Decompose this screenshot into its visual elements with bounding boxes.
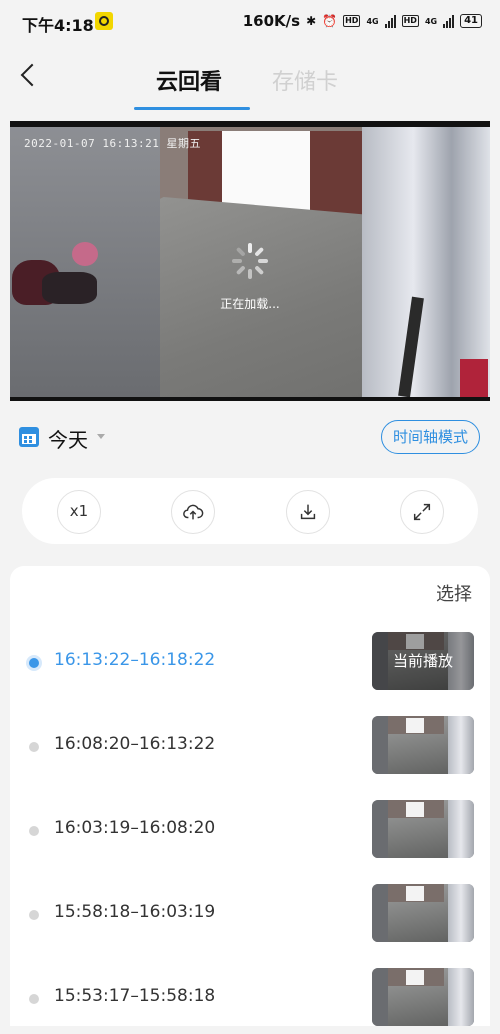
tab-sd-card[interactable]: 存储卡 bbox=[272, 64, 338, 96]
date-bar: 今天 时间轴模式 bbox=[0, 410, 500, 466]
calendar-icon[interactable] bbox=[19, 427, 39, 447]
loading-spinner-icon bbox=[232, 243, 268, 279]
cloud-upload-icon bbox=[183, 504, 204, 520]
status-dot bbox=[29, 826, 39, 836]
list-item[interactable]: 16:08:20–16:13:22 bbox=[10, 712, 490, 782]
hd-icon: HD bbox=[343, 15, 361, 27]
record-thumbnail[interactable] bbox=[372, 800, 474, 858]
status-dot bbox=[29, 910, 39, 920]
list-item[interactable]: 16:13:22–16:18:22 当前播放 bbox=[10, 628, 490, 698]
speed-label: x1 bbox=[69, 502, 89, 520]
fullscreen-icon bbox=[413, 503, 431, 521]
download-button[interactable] bbox=[286, 490, 330, 534]
download-icon bbox=[300, 504, 316, 520]
record-time: 15:58:18–16:03:19 bbox=[54, 902, 216, 922]
battery-icon: 41 bbox=[460, 14, 482, 28]
caret-down-icon[interactable] bbox=[97, 434, 105, 439]
date-selector[interactable]: 今天 bbox=[48, 424, 88, 453]
fullscreen-button[interactable] bbox=[400, 490, 444, 534]
now-playing-label: 当前播放 bbox=[372, 632, 474, 690]
signal-icon-2 bbox=[443, 14, 455, 28]
bluetooth-icon: ✱ bbox=[306, 14, 317, 28]
list-item[interactable]: 15:53:17–15:58:18 bbox=[10, 964, 490, 1034]
status-dot bbox=[29, 994, 39, 1004]
records-list: 选择 16:13:22–16:18:22 当前播放 16:08:20–16:13… bbox=[10, 566, 490, 1026]
tab-cloud-playback[interactable]: 云回看 bbox=[156, 64, 222, 96]
tab-indicator bbox=[134, 107, 250, 110]
video-timestamp: 2022-01-07 16:13:21 星期五 bbox=[24, 137, 201, 150]
status-bar: 下午4:18 160K/s ✱ ⏰ HD 4G HD 4G 41 bbox=[0, 0, 500, 46]
speed-button[interactable]: x1 bbox=[57, 490, 101, 534]
alarm-icon: ⏰ bbox=[322, 14, 338, 28]
video-player[interactable]: 2022-01-07 16:13:21 星期五 正在加载... bbox=[10, 121, 490, 401]
status-time: 下午4:18 bbox=[22, 16, 94, 35]
camera-frame: 2022-01-07 16:13:21 星期五 正在加载... bbox=[10, 127, 490, 397]
notification-icon bbox=[95, 12, 113, 30]
record-time: 15:53:17–15:58:18 bbox=[54, 986, 216, 1006]
back-button[interactable] bbox=[14, 60, 46, 92]
record-thumbnail[interactable] bbox=[372, 884, 474, 942]
list-item[interactable]: 16:03:19–16:08:20 bbox=[10, 796, 490, 866]
status-indicators: 160K/s ✱ ⏰ HD 4G HD 4G 41 bbox=[243, 12, 482, 30]
record-time: 16:13:22–16:18:22 bbox=[54, 650, 216, 670]
signal-icon bbox=[384, 14, 396, 28]
playback-toolbar: x1 bbox=[22, 478, 478, 544]
status-dot bbox=[29, 658, 39, 668]
record-time: 16:08:20–16:13:22 bbox=[54, 734, 216, 754]
record-thumbnail[interactable] bbox=[372, 968, 474, 1026]
record-time: 16:03:19–16:08:20 bbox=[54, 818, 216, 838]
header: 云回看 存储卡 bbox=[0, 46, 500, 110]
record-thumbnail[interactable] bbox=[372, 716, 474, 774]
cloud-upload-button[interactable] bbox=[171, 490, 215, 534]
network-type-label-2: 4G bbox=[424, 16, 438, 26]
list-item[interactable]: 15:58:18–16:03:19 bbox=[10, 880, 490, 950]
record-thumbnail[interactable]: 当前播放 bbox=[372, 632, 474, 690]
loading-text: 正在加载... bbox=[220, 297, 280, 311]
network-speed: 160K/s bbox=[242, 12, 301, 30]
network-type-label: 4G bbox=[366, 16, 379, 26]
timeline-mode-button[interactable]: 时间轴模式 bbox=[380, 420, 480, 454]
status-dot bbox=[29, 742, 39, 752]
hd-icon-2: HD bbox=[401, 15, 419, 27]
select-button[interactable]: 选择 bbox=[436, 580, 472, 606]
